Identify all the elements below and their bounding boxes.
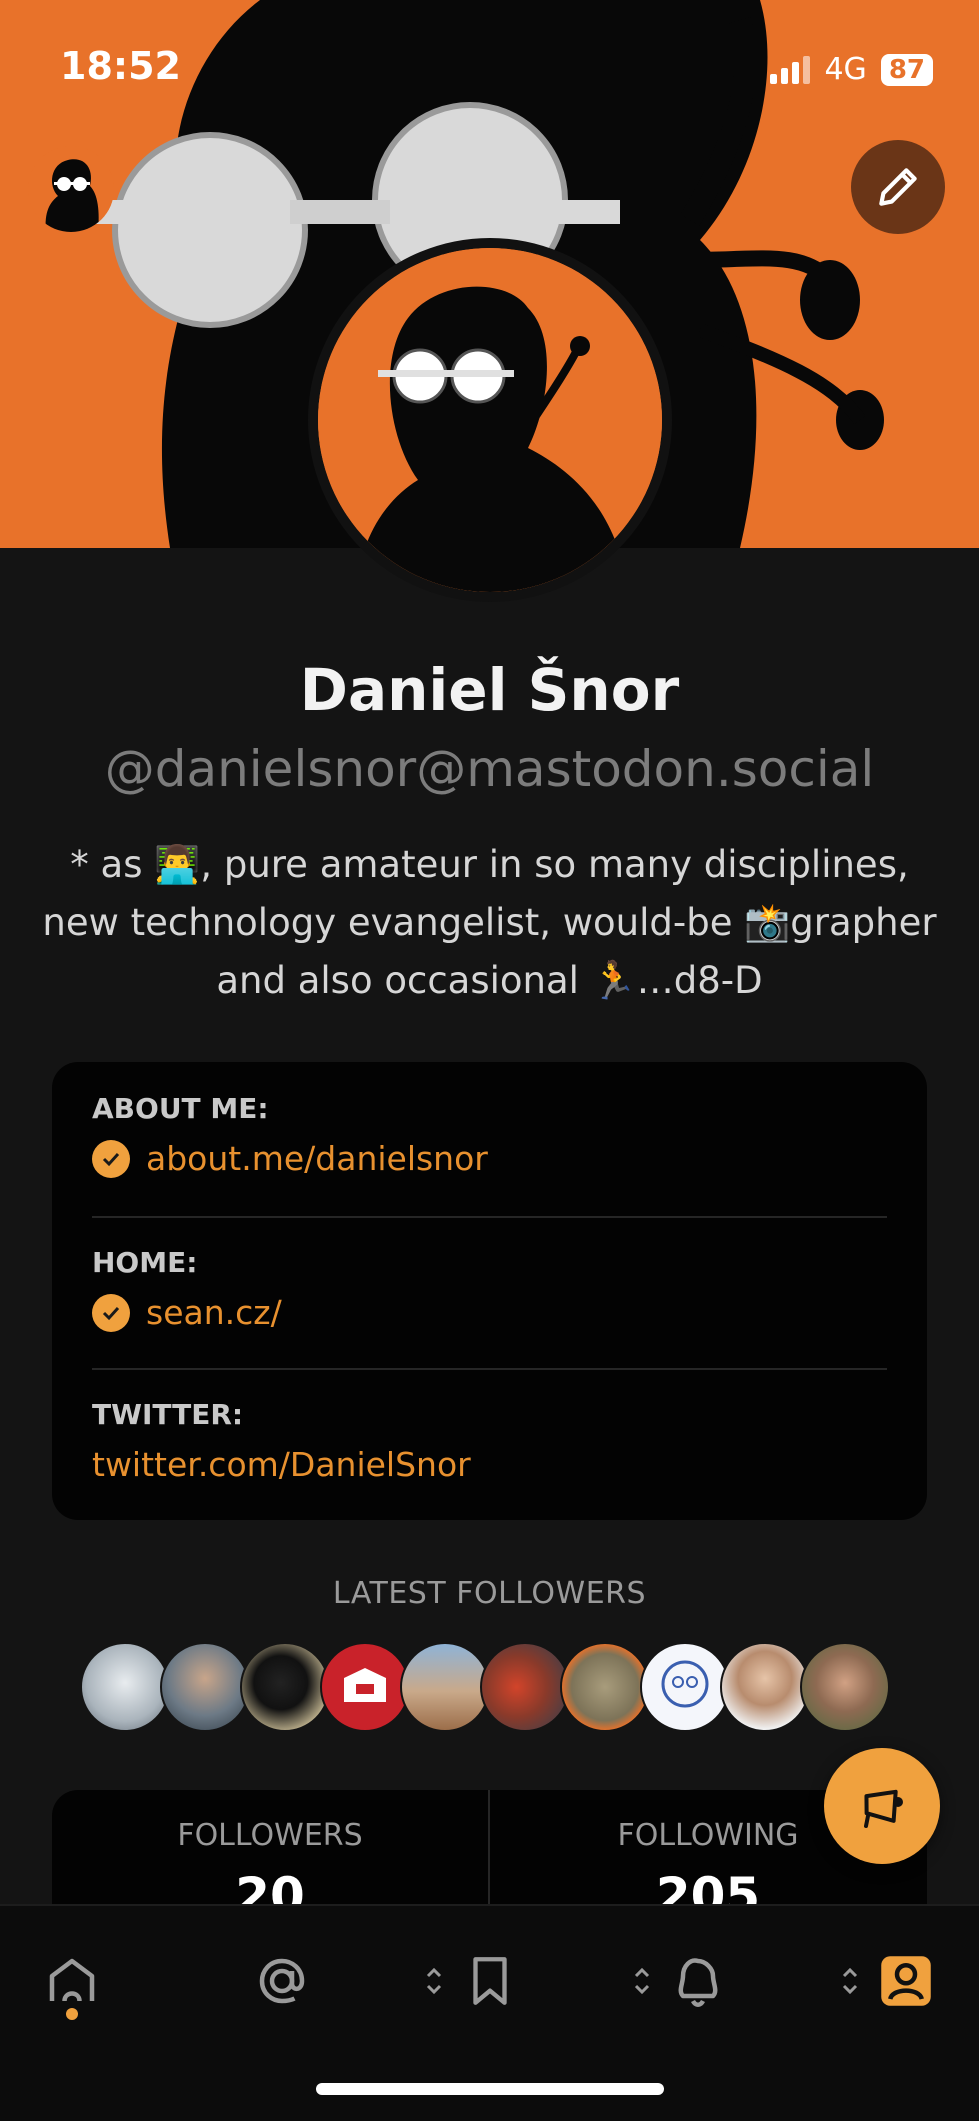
account-avatar-image <box>28 146 114 232</box>
bookmark-icon <box>473 1957 507 2005</box>
compose-button[interactable] <box>824 1748 940 1864</box>
bio-line: and also occasional 🏃…d8-D <box>216 959 763 1002</box>
follower-avatar[interactable] <box>240 1642 330 1732</box>
active-tab-indicator <box>66 2008 78 2020</box>
swap-icon <box>426 1967 442 1995</box>
megaphone-icon <box>864 1789 903 1828</box>
verified-check-icon <box>92 1139 130 1178</box>
account-handle[interactable]: @danielsnor@mastodon.social <box>0 740 979 798</box>
field-label: ABOUT ME: <box>92 1092 269 1125</box>
followers-stat[interactable]: FOLLOWERS 20 <box>52 1818 488 1910</box>
status-time: 18:52 <box>60 44 181 88</box>
followers-label: FOLLOWERS <box>177 1818 363 1853</box>
home-icon <box>49 1958 95 2002</box>
network-type: 4G <box>824 52 867 87</box>
status-indicators: 4G 87 <box>770 52 933 87</box>
field-link-about[interactable]: about.me/danielsnor <box>146 1139 488 1178</box>
follower-avatar[interactable] <box>320 1642 410 1732</box>
account-switcher-avatar[interactable] <box>28 146 114 232</box>
profile-icon <box>881 1956 931 2006</box>
display-name: Daniel Šnor <box>299 656 680 724</box>
latest-followers-title: LATEST FOLLOWERS <box>332 1576 647 1611</box>
battery-level: 87 <box>888 54 925 85</box>
divider <box>92 1368 887 1370</box>
mentions-icon <box>259 1958 305 2004</box>
profile-field-home: HOME: sean.cz/ <box>92 1246 887 1332</box>
signal-icon <box>770 55 811 84</box>
pencil-icon <box>879 168 917 206</box>
follower-avatar[interactable] <box>640 1642 730 1732</box>
follower-avatar[interactable] <box>80 1642 170 1732</box>
avatar-image <box>318 248 662 592</box>
field-link-twitter[interactable]: twitter.com/DanielSnor <box>92 1445 471 1484</box>
follower-avatar[interactable] <box>400 1642 490 1732</box>
profile-avatar[interactable] <box>308 238 672 602</box>
tab-mentions[interactable] <box>222 1936 342 2026</box>
edit-profile-button[interactable] <box>851 140 945 234</box>
swap-icon <box>634 1967 650 1995</box>
verified-check-icon <box>92 1293 130 1332</box>
tab-profile[interactable] <box>842 1936 966 2026</box>
follower-avatar[interactable] <box>800 1642 890 1732</box>
tab-bookmarks[interactable] <box>426 1936 550 2026</box>
profile-field-about: ABOUT ME: about.me/danielsnor <box>92 1092 887 1178</box>
divider <box>92 1216 887 1218</box>
field-label: TWITTER: <box>92 1398 244 1431</box>
profile-bio: * as 👨‍💻, pure amateur in so many discip… <box>40 836 939 1010</box>
home-indicator <box>316 2083 664 2095</box>
tab-notifications[interactable] <box>634 1936 758 2026</box>
battery-icon: 87 <box>880 53 933 86</box>
profile-stats: FOLLOWERS 20 FOLLOWING 205 <box>52 1790 927 1910</box>
field-label: HOME: <box>92 1246 198 1279</box>
bio-line: * as 👨‍💻, pure amateur in so many discip… <box>70 843 909 886</box>
follower-avatar[interactable] <box>480 1642 570 1732</box>
bio-line: new technology evangelist, would-be 📸gra… <box>42 901 937 944</box>
latest-followers-row <box>80 1642 900 1732</box>
follower-avatar[interactable] <box>160 1642 250 1732</box>
field-link-home[interactable]: sean.cz/ <box>146 1293 282 1332</box>
follower-avatar[interactable] <box>560 1642 650 1732</box>
profile-fields-card: ABOUT ME: about.me/danielsnor HOME: sean… <box>52 1062 927 1520</box>
swap-icon <box>842 1967 858 1995</box>
follower-avatar[interactable] <box>720 1642 810 1732</box>
profile-field-twitter: TWITTER: twitter.com/DanielSnor <box>92 1398 887 1484</box>
notifications-icon <box>678 1958 718 2007</box>
